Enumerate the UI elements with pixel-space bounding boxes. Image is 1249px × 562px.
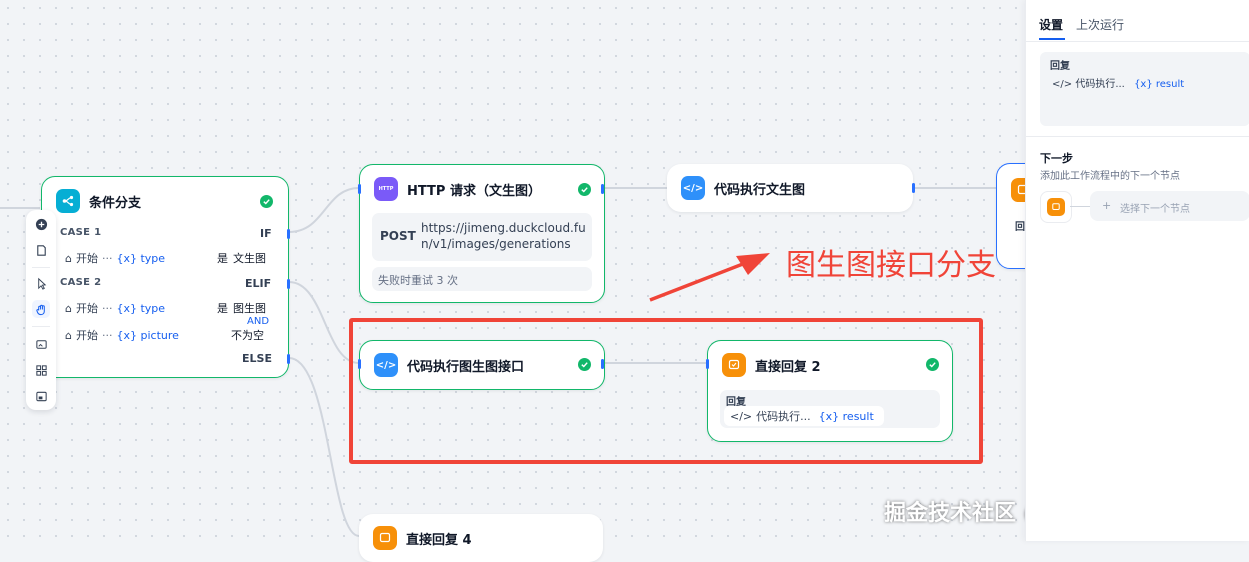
reply-editor-variable: </> 代码执行... {x} result	[1052, 79, 1185, 90]
branch-icon	[56, 189, 80, 213]
next-step-description: 添加此工作流程中的下一个节点	[1040, 171, 1180, 182]
add-note-button[interactable]	[32, 241, 50, 259]
else-branch-label: ELSE	[242, 352, 272, 365]
condition-variable-chip: ⌂ 开始 ··· {x} type	[59, 248, 209, 268]
success-check-icon	[578, 183, 591, 196]
http-node-header: HTTP HTTP 请求（文生图）	[374, 177, 541, 201]
case-1-condition[interactable]: ⌂ 开始 ··· {x} type 是 文生图	[59, 247, 275, 269]
code-node-t2i[interactable]: </> 代码执行文生图	[667, 164, 915, 212]
if-else-node[interactable]: 条件分支 CASE 1 IF ⌂ 开始 ··· {x} type 是 文生图 C…	[41, 176, 290, 378]
input-port[interactable]	[358, 184, 361, 194]
node-title: 直接回复 4	[406, 532, 472, 548]
condition-variable-chip: ⌂ 开始 ··· {x} picture	[59, 325, 223, 345]
reply-icon	[373, 526, 397, 550]
case-1-label: CASE 1	[60, 227, 102, 238]
condition-value: 文生图	[233, 252, 266, 265]
output-port[interactable]	[601, 184, 604, 194]
reply-node-4[interactable]: 直接回复 4	[359, 514, 603, 562]
add-node-button[interactable]	[32, 215, 50, 233]
node-title: 代码执行文生图	[714, 182, 806, 198]
annotation-text: 图生图接口分支	[786, 248, 996, 283]
hand-tool-button[interactable]	[32, 300, 50, 318]
success-check-icon	[260, 195, 273, 208]
select-next-node-button[interactable]: + 选择下一个节点	[1090, 191, 1249, 221]
partial-reply-label: 回	[1015, 222, 1025, 233]
http-request-node[interactable]: HTTP HTTP 请求（文生图） POST https://jimeng.du…	[358, 164, 605, 303]
condition-operator: 是	[217, 302, 228, 315]
http-method: POST	[380, 229, 416, 243]
case-2-condition-1[interactable]: ⌂ 开始 ··· {x} type 是 图生图	[59, 297, 275, 319]
organize-blocks-button[interactable]	[32, 361, 50, 379]
home-icon: ⌂	[65, 301, 72, 315]
http-url-line-1: https://jimeng.duckcloud.fu	[421, 221, 586, 235]
node-title: HTTP 请求（文生图）	[407, 183, 541, 199]
pointer-tool-button[interactable]	[32, 274, 50, 292]
export-image-button[interactable]	[32, 335, 50, 353]
condition-operator: 是	[217, 252, 228, 265]
if-else-node-header: 条件分支	[56, 189, 141, 213]
output-port[interactable]	[912, 183, 915, 193]
canvas-toolbar	[26, 210, 56, 410]
current-node-icon	[1040, 191, 1072, 223]
case-2-label: CASE 2	[60, 277, 102, 288]
minimap-toggle-button[interactable]	[32, 387, 50, 405]
if-branch-label: IF	[260, 227, 272, 240]
next-step-title: 下一步	[1040, 152, 1073, 165]
plus-icon: +	[1102, 199, 1112, 212]
http-endpoint: POST https://jimeng.duckcloud.fu n/v1/im…	[372, 213, 592, 261]
active-tab-indicator	[1039, 38, 1065, 40]
code-icon: </>	[681, 176, 705, 200]
elif-output-port[interactable]	[287, 279, 290, 289]
condition-variable-chip: ⌂ 开始 ··· {x} type	[59, 298, 209, 318]
tab-last-run[interactable]: 上次运行	[1076, 16, 1124, 33]
reply-editor-label: 回复	[1050, 61, 1070, 72]
highlight-box	[349, 318, 983, 464]
http-url-line-2: n/v1/images/generations	[421, 237, 571, 251]
else-output-port[interactable]	[287, 354, 290, 364]
reply-icon	[1047, 198, 1065, 216]
home-icon: ⌂	[65, 251, 72, 265]
elif-branch-label: ELIF	[245, 277, 272, 290]
node-title: 条件分支	[89, 195, 142, 211]
home-icon: ⌂	[65, 328, 72, 342]
node-settings-panel: 设置 上次运行 回复 </> 代码执行... {x} result 下一步 添加…	[1025, 0, 1249, 541]
condition-value: 图生图	[233, 302, 266, 315]
code-icon: </>	[1052, 79, 1073, 90]
if-output-port[interactable]	[287, 229, 290, 239]
condition-operator: 不为空	[231, 329, 264, 342]
http-icon: HTTP	[374, 177, 398, 201]
reply-editor[interactable]: 回复 </> 代码执行... {x} result	[1040, 52, 1249, 126]
retry-setting: 失败时重试 3 次	[372, 267, 592, 291]
tab-settings[interactable]: 设置	[1039, 16, 1063, 33]
case-2-condition-2[interactable]: ⌂ 开始 ··· {x} picture 不为空	[59, 324, 275, 346]
